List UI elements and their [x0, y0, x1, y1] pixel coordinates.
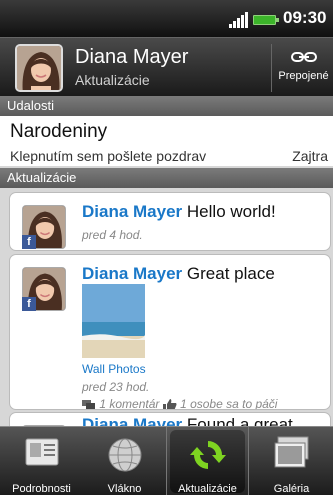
tab-label: Aktualizácie	[178, 483, 237, 495]
birthday-event[interactable]: Narodeniny Klepnutím sem pošlete pozdrav…	[0, 116, 333, 166]
section-header-updates: Aktualizácie	[0, 168, 333, 188]
linked-button[interactable]: Prepojené	[274, 44, 333, 92]
post-text: Hello world!	[186, 202, 276, 221]
comment-icon	[82, 399, 95, 409]
facebook-icon: f	[22, 235, 36, 249]
tab-updates[interactable]: Aktualizácie	[166, 427, 249, 495]
battery-icon	[253, 15, 279, 25]
like-icon	[162, 398, 177, 409]
divider	[271, 44, 272, 92]
linked-label: Prepojené	[278, 70, 329, 82]
bottom-tab-bar: Podrobnosti Vlákno Aktualizácie Galéria	[0, 426, 333, 495]
refresh-icon	[189, 441, 226, 469]
post-text: Great place	[186, 264, 275, 283]
comment-count[interactable]: 1 komentár	[99, 397, 159, 409]
contact-subtitle: Aktualizácie	[75, 72, 150, 88]
signal-icon	[229, 12, 248, 28]
status-bar: 09:30	[0, 0, 333, 37]
profile-header: Diana Mayer Aktualizácie Prepojené	[0, 37, 333, 96]
section-header-events: Udalosti	[0, 96, 333, 116]
gallery-icon	[274, 436, 308, 468]
feed-item[interactable]: f Diana Mayer Great place Wall Photos pr…	[9, 254, 331, 410]
tab-label: Vlákno	[107, 483, 142, 495]
facebook-icon: f	[22, 297, 36, 311]
event-date: Zajtra	[292, 148, 328, 164]
beach-photo[interactable]	[82, 284, 145, 358]
tab-details[interactable]: Podrobnosti	[0, 427, 83, 495]
like-count[interactable]: 1 osobe sa to páči	[180, 397, 277, 409]
contact-card-icon	[25, 438, 58, 466]
event-title: Narodeniny	[10, 121, 108, 142]
post-author[interactable]: Diana Mayer	[82, 264, 182, 283]
tab-label: Galéria	[273, 483, 310, 495]
post-time: pred 4 hod.	[82, 228, 143, 242]
clock: 09:30	[283, 8, 327, 27]
globe-icon	[108, 438, 141, 472]
event-description: Klepnutím sem pošlete pozdrav	[10, 148, 207, 164]
link-icon	[290, 52, 317, 62]
post-author[interactable]: Diana Mayer	[82, 202, 182, 221]
post-time: pred 23 hod.	[82, 380, 150, 394]
post-line: Diana Mayer Hello world!	[82, 202, 276, 222]
tab-thread[interactable]: Vlákno	[83, 427, 166, 495]
feed-item[interactable]: f Diana Mayer Hello world! pred 4 hod.	[9, 192, 331, 251]
photo-album-link[interactable]: Wall Photos	[82, 362, 146, 376]
tab-gallery[interactable]: Galéria	[250, 427, 333, 495]
avatar[interactable]	[15, 44, 63, 92]
post-meta: 1 komentár 1 osobe sa to páči	[82, 397, 277, 409]
post-line: Diana Mayer Great place	[82, 264, 275, 284]
tab-label: Podrobnosti	[12, 483, 71, 495]
contact-name: Diana Mayer	[75, 46, 189, 68]
